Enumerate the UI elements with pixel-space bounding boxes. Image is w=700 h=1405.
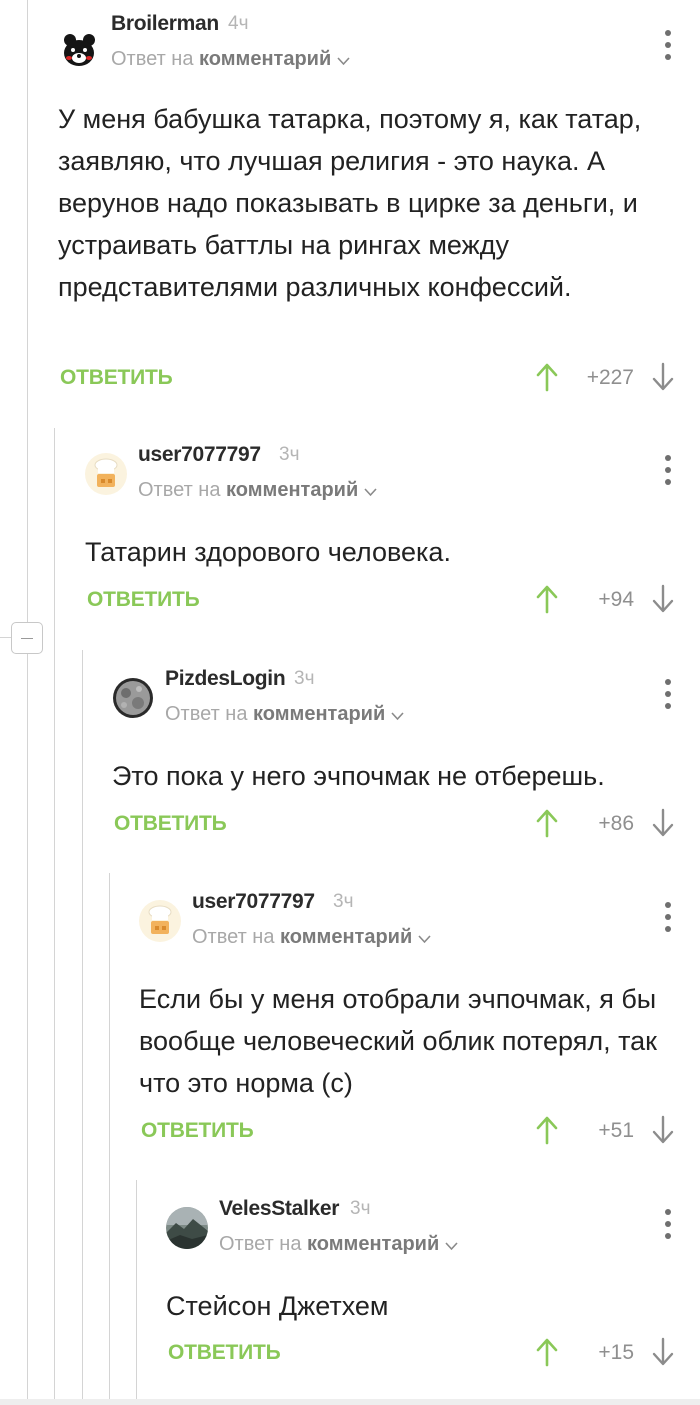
comment-time: 4ч xyxy=(228,13,249,34)
moon-avatar-icon[interactable] xyxy=(112,677,154,719)
reply-button[interactable]: ОТВЕТИТЬ xyxy=(87,588,200,612)
chevron-down-icon xyxy=(418,925,431,951)
upvote-arrow-icon[interactable] xyxy=(534,1115,560,1145)
comment-time: 3ч xyxy=(333,891,354,912)
vote-score: +51 xyxy=(598,1119,634,1142)
thread-line-1 xyxy=(54,428,55,1399)
reply-to-prefix: Ответ на xyxy=(219,1233,302,1255)
reply-to-target: комментарий xyxy=(307,1233,440,1255)
downvote-arrow-icon[interactable] xyxy=(650,584,676,614)
reply-to-link[interactable]: Ответ на комментарий xyxy=(111,46,350,72)
reply-to-prefix: Ответ на xyxy=(138,479,221,501)
comment-text: Если бы у меня отобрали эчпочмак, я бы в… xyxy=(139,984,657,1098)
downvote-arrow-icon[interactable] xyxy=(650,362,676,392)
author-name[interactable]: user7077797 xyxy=(192,888,315,916)
bottom-divider xyxy=(0,1399,700,1405)
chevron-down-icon xyxy=(391,702,404,728)
upvote-arrow-icon[interactable] xyxy=(534,584,560,614)
author-name[interactable]: user7077797 xyxy=(138,441,261,469)
thread-line-3 xyxy=(109,873,110,1399)
vote-score: +86 xyxy=(598,812,634,835)
comment-time: 3ч xyxy=(294,668,315,689)
downvote-arrow-icon[interactable] xyxy=(650,1115,676,1145)
more-options-icon[interactable] xyxy=(658,28,678,68)
comment-2: PizdesLogin 3ч Ответ на комментарий Это … xyxy=(112,665,700,845)
comment-text: У меня бабушка татарка, поэтому я, как т… xyxy=(58,104,642,302)
reply-to-link[interactable]: Ответ на комментарий xyxy=(192,924,431,950)
comment-3: user7077797 3ч Ответ на комментарий Если… xyxy=(139,888,700,1158)
landscape-avatar-icon[interactable] xyxy=(166,1207,208,1249)
reply-to-target: комментарий xyxy=(280,926,413,948)
comment-text: Это пока у него эчпочмак не отберешь. xyxy=(112,761,605,791)
upvote-arrow-icon[interactable] xyxy=(534,1337,560,1367)
reply-to-target: комментарий xyxy=(226,479,359,501)
comment-time: 3ч xyxy=(350,1198,371,1219)
chevron-down-icon xyxy=(445,1232,458,1258)
reply-to-link[interactable]: Ответ на комментарий xyxy=(165,701,404,727)
more-options-icon[interactable] xyxy=(658,677,678,717)
thread-line-2 xyxy=(82,650,83,1399)
upvote-arrow-icon[interactable] xyxy=(534,808,560,838)
vote-score: +227 xyxy=(586,366,634,389)
more-options-icon[interactable] xyxy=(658,1207,678,1247)
author-name[interactable]: PizdesLogin xyxy=(165,665,286,693)
chef-avatar-icon[interactable] xyxy=(85,453,127,495)
downvote-arrow-icon[interactable] xyxy=(650,1337,676,1367)
reply-to-prefix: Ответ на xyxy=(165,703,248,725)
author-name[interactable]: VelesStalker xyxy=(219,1195,339,1223)
bear-avatar-icon[interactable] xyxy=(58,28,100,70)
thread-line-4 xyxy=(136,1180,137,1399)
comment-text: Татарин здорового человека. xyxy=(85,537,451,567)
reply-button[interactable]: ОТВЕТИТЬ xyxy=(60,366,173,390)
more-options-icon[interactable] xyxy=(658,453,678,493)
chevron-down-icon xyxy=(364,478,377,504)
more-options-icon[interactable] xyxy=(658,900,678,940)
reply-button[interactable]: ОТВЕТИТЬ xyxy=(114,812,227,836)
comment-time: 3ч xyxy=(279,444,300,465)
reply-to-prefix: Ответ на xyxy=(111,48,194,70)
reply-to-link[interactable]: Ответ на комментарий xyxy=(138,477,377,503)
reply-to-target: комментарий xyxy=(199,48,332,70)
thread-branch-connector xyxy=(0,637,11,638)
reply-to-prefix: Ответ на xyxy=(192,926,275,948)
downvote-arrow-icon[interactable] xyxy=(650,808,676,838)
comment-0: Broilerman 4ч Ответ на комментарий У мен… xyxy=(58,10,700,410)
comment-4: VelesStalker 3ч Ответ на комментарий Сте… xyxy=(166,1195,700,1385)
thread-line-0 xyxy=(27,0,28,1399)
upvote-arrow-icon[interactable] xyxy=(534,362,560,392)
vote-score: +15 xyxy=(598,1341,634,1364)
comment-1: user7077797 3ч Ответ на комментарий Тата… xyxy=(85,441,700,621)
chevron-down-icon xyxy=(337,47,350,73)
reply-to-link[interactable]: Ответ на комментарий xyxy=(219,1231,458,1257)
reply-to-target: комментарий xyxy=(253,703,386,725)
chef-avatar-icon[interactable] xyxy=(139,900,181,942)
reply-button[interactable]: ОТВЕТИТЬ xyxy=(141,1119,254,1143)
reply-button[interactable]: ОТВЕТИТЬ xyxy=(168,1341,281,1365)
comment-text: Стейсон Джетхем xyxy=(166,1291,389,1321)
author-name[interactable]: Broilerman xyxy=(111,10,219,38)
collapse-thread-button[interactable] xyxy=(11,622,43,654)
vote-score: +94 xyxy=(598,588,634,611)
